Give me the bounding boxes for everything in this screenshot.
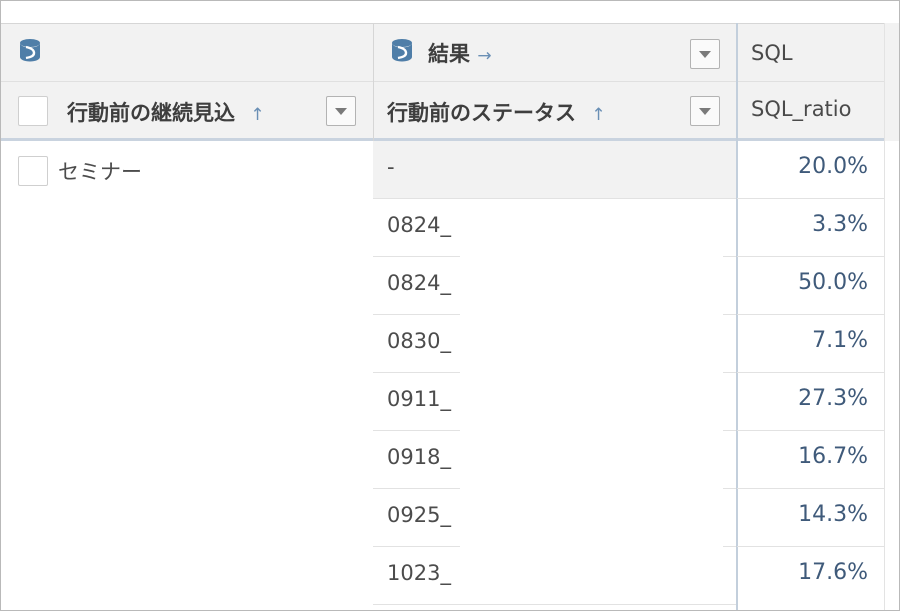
status-cell: 1023_	[387, 561, 451, 585]
sql-ratio-cell: 20.0%	[737, 141, 884, 198]
select-all-checkbox[interactable]	[18, 96, 48, 126]
status-cell: 0911_	[387, 387, 451, 411]
result-group-label: 結果	[428, 42, 470, 66]
sql-ratio-value: 27.3%	[798, 386, 868, 411]
group-arrow-icon: →	[477, 46, 492, 66]
sql-ratio-value: 50.0%	[798, 270, 868, 295]
next-column-header-partial	[884, 23, 899, 141]
sql-ratio-cell: 7.1%	[737, 314, 884, 372]
col1-header-label: 行動前の継続見込	[67, 101, 235, 125]
group-checkbox[interactable]	[18, 156, 48, 186]
sql-ratio-cell: 16.7%	[737, 430, 884, 488]
col2-header-label: 行動前のステータス	[387, 101, 576, 125]
redaction-block	[460, 204, 723, 585]
sql-group-label: SQL	[751, 41, 793, 65]
col-divider-1	[373, 23, 374, 141]
sql-ratio-cell: 27.3%	[737, 372, 884, 430]
sql-ratio-cell: 14.3%	[737, 488, 884, 546]
sort-asc-icon[interactable]: ↑	[591, 105, 605, 125]
col1-header[interactable]: 行動前の継続見込 ↑	[67, 97, 265, 127]
sort-asc-icon[interactable]: ↑	[250, 105, 264, 125]
status-cell: 0830_	[387, 329, 451, 353]
data-table: 結果 → SQL 行動前の継続見込 ↑ 行動前のステータス ↑ SQL_rati…	[0, 0, 900, 611]
dataset-icon-result	[392, 39, 412, 62]
result-group-dropdown-button[interactable]	[690, 39, 720, 69]
sql-ratio-value: 14.3%	[798, 502, 868, 527]
sql-ratio-value: 16.7%	[798, 444, 868, 469]
sql-ratio-value: 3.3%	[812, 212, 868, 237]
top-spacer	[1, 1, 899, 23]
sql-ratio-value: 20.0%	[798, 154, 868, 179]
status-cell: 0925_	[387, 503, 451, 527]
status-cell: 0824_	[387, 213, 451, 237]
col1-dropdown-button[interactable]	[326, 96, 356, 126]
dataset-icon	[20, 39, 40, 62]
status-cell: 0918_	[387, 445, 451, 469]
sql-ratio-value: 17.6%	[798, 560, 868, 585]
result-group-header: 結果 →	[428, 38, 492, 68]
next-column-partial	[884, 141, 899, 610]
col2-dropdown-button[interactable]	[690, 96, 720, 126]
col3-header-label[interactable]: SQL_ratio	[751, 97, 851, 121]
table-row-partial	[373, 604, 736, 610]
sql-ratio-cell: 17.6%	[737, 546, 884, 604]
status-cell: 0824_	[387, 271, 451, 295]
table-row[interactable]: -	[373, 141, 736, 198]
col2-header[interactable]: 行動前のステータス ↑	[387, 97, 606, 127]
group-label: セミナー	[58, 160, 142, 184]
sql-ratio-cell: 3.3%	[737, 198, 884, 256]
sql-ratio-cell: 50.0%	[737, 256, 884, 314]
sql-ratio-value: 7.1%	[812, 328, 868, 353]
status-cell: -	[387, 155, 395, 179]
